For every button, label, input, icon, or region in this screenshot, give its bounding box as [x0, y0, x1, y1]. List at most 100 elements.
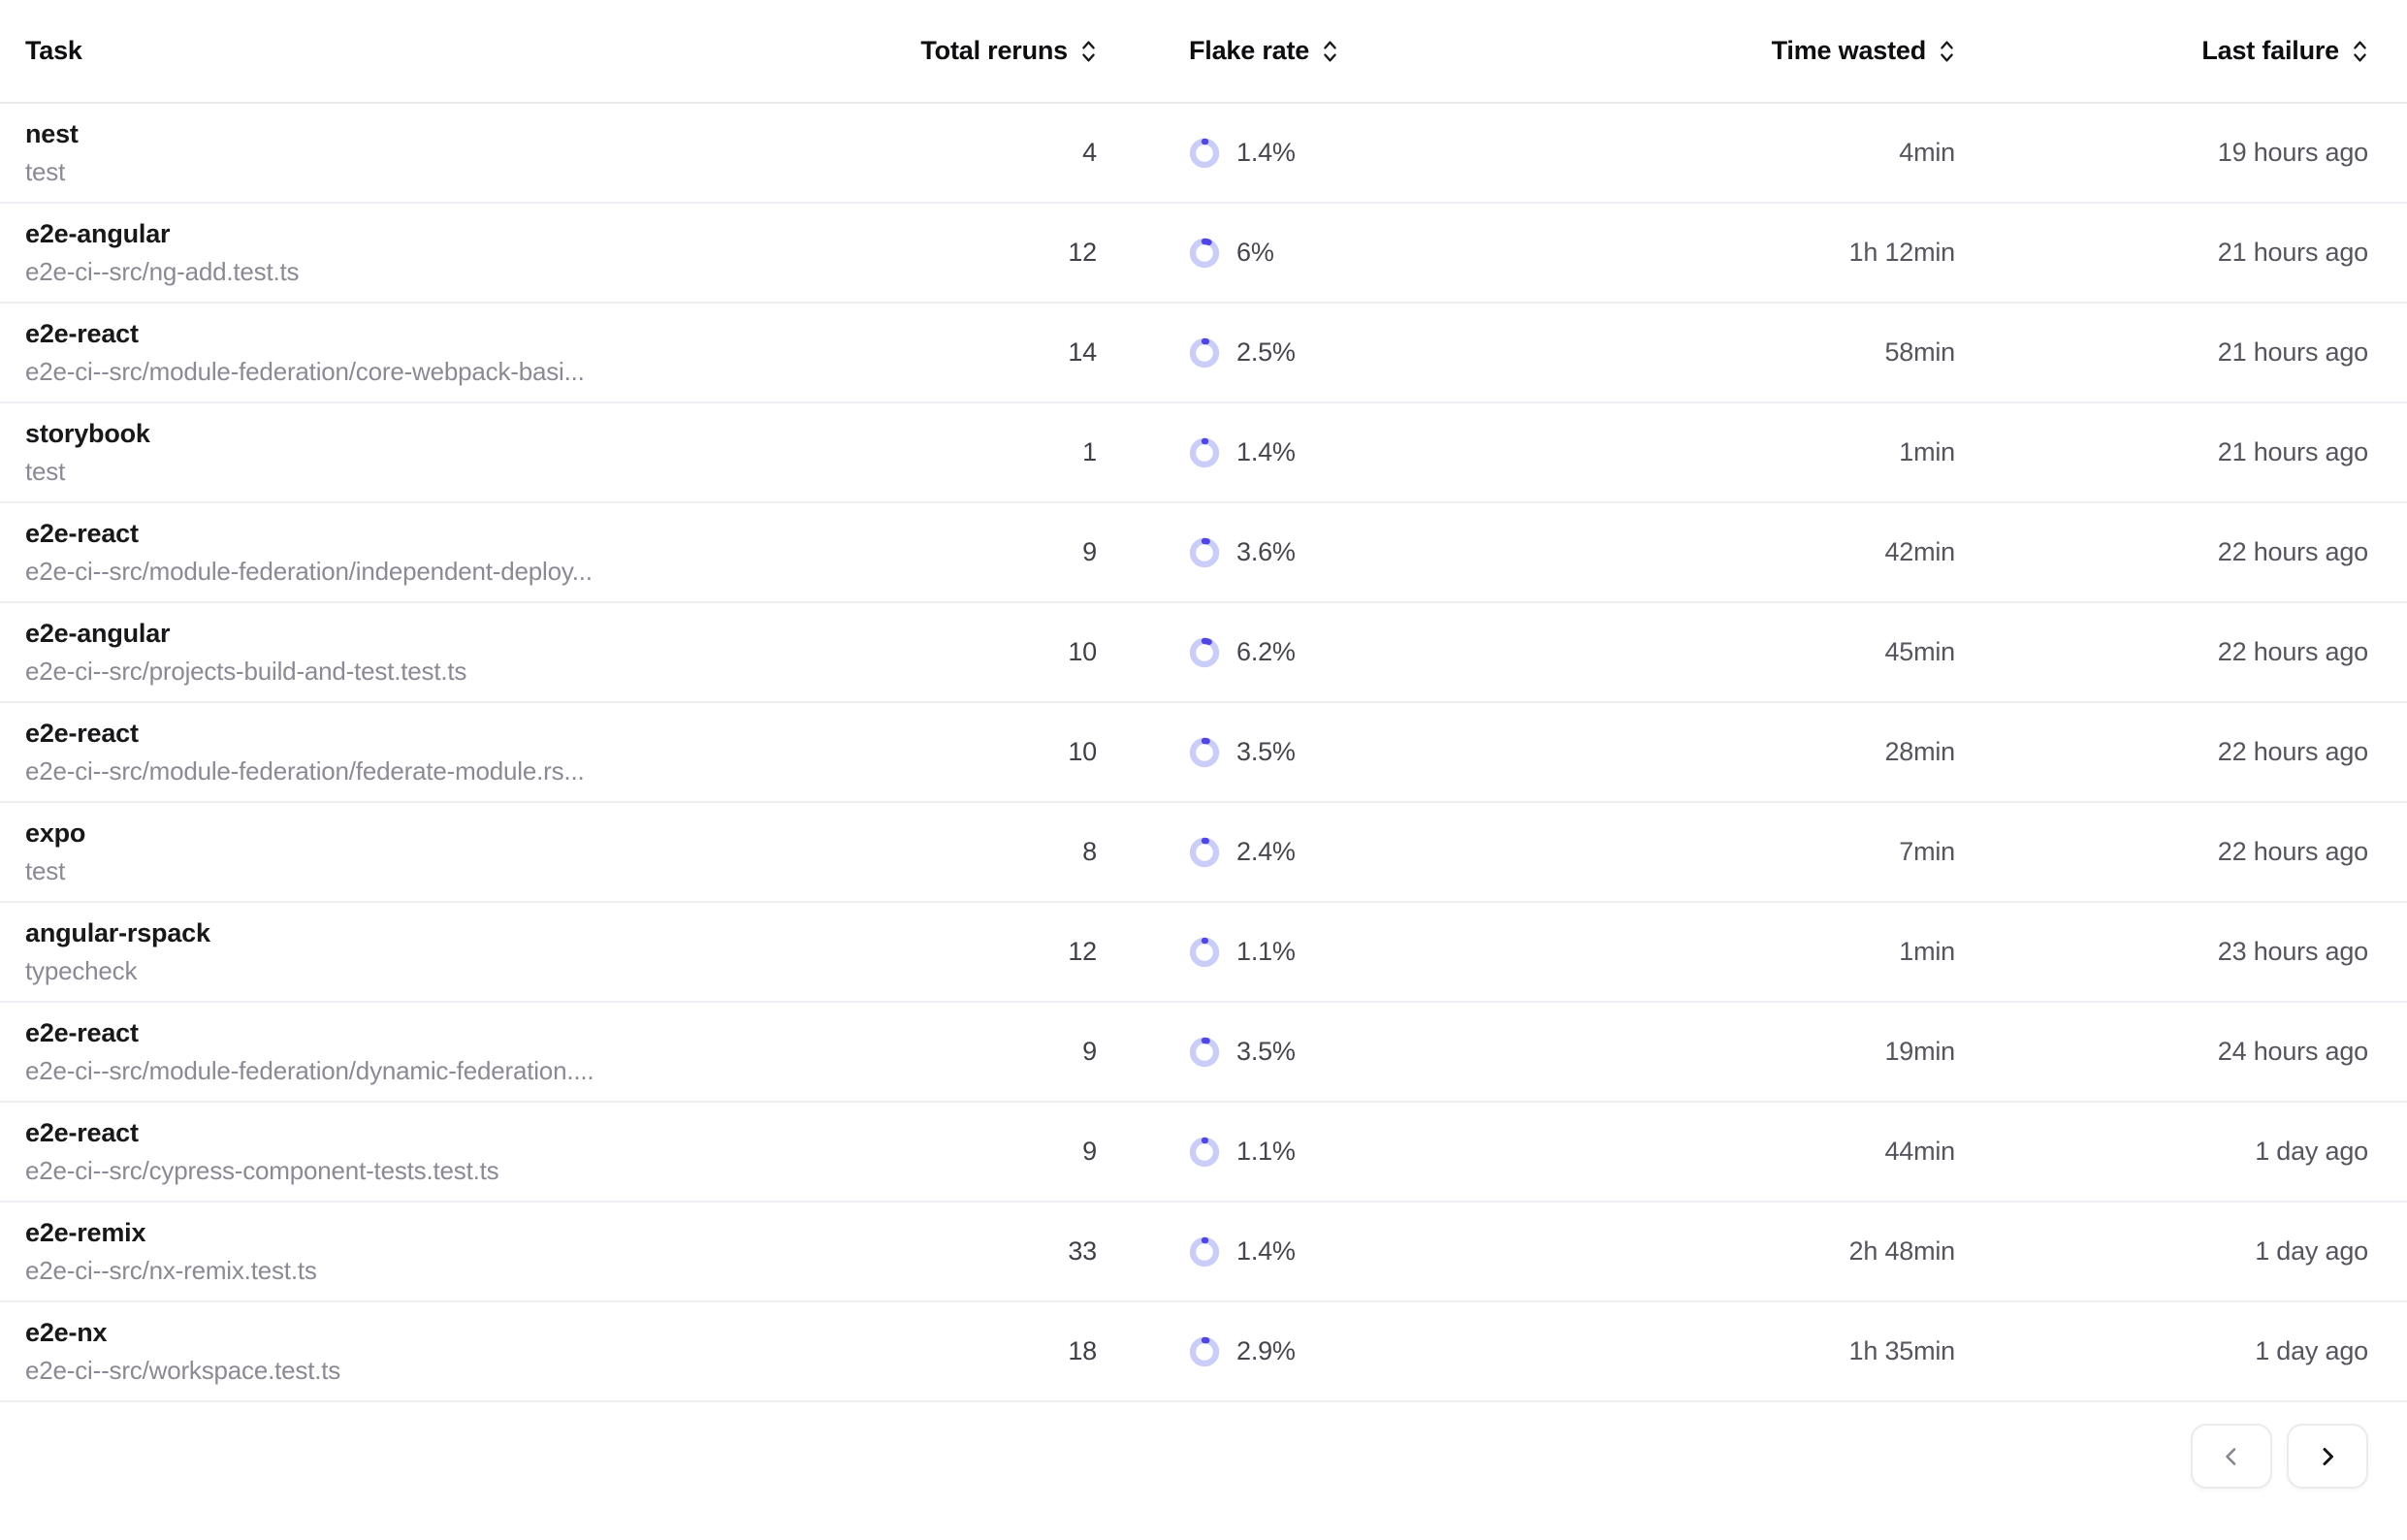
next-page-button[interactable] — [2287, 1424, 2368, 1489]
task-name: angular-rspack — [25, 918, 704, 948]
time-wasted-cell: 1min — [1582, 937, 1955, 967]
total-reruns-cell: 12 — [704, 937, 1097, 967]
time-wasted-cell: 7min — [1582, 837, 1955, 867]
last-failure-value: 22 hours ago — [2218, 737, 2368, 767]
time-wasted-cell: 1min — [1582, 437, 1955, 467]
flake-rate-cell: 1.1% — [1097, 1137, 1582, 1168]
task-target: test — [25, 158, 704, 187]
last-failure-cell: 22 hours ago — [1955, 637, 2368, 667]
column-header-last-failure[interactable]: Last failure — [1955, 36, 2368, 66]
table-row[interactable]: nest test 4 1.4% 4min 19 hours ago — [0, 104, 2407, 204]
last-failure-cell: 1 day ago — [1955, 1236, 2368, 1267]
table-header-row: Task Total reruns Flake rate Time wasted — [0, 0, 2407, 104]
time-wasted-value: 19min — [1884, 1037, 1955, 1067]
sort-chevrons-icon[interactable] — [1322, 39, 1338, 64]
task-cell: e2e-react e2e-ci--src/module-federation/… — [25, 1018, 704, 1086]
flake-rate-cell: 2.9% — [1097, 1336, 1582, 1367]
task-cell: e2e-react e2e-ci--src/module-federation/… — [25, 719, 704, 786]
last-failure-value: 21 hours ago — [2218, 437, 2368, 467]
time-wasted-cell: 1h 35min — [1582, 1336, 1955, 1366]
donut-progress-icon — [1189, 337, 1220, 369]
task-name: e2e-react — [25, 319, 704, 349]
donut-progress-icon — [1189, 1137, 1220, 1168]
table-row[interactable]: e2e-react e2e-ci--src/module-federation/… — [0, 503, 2407, 603]
time-wasted-value: 1h 35min — [1849, 1336, 1955, 1366]
total-reruns-cell: 14 — [704, 337, 1097, 368]
table-row[interactable]: e2e-react e2e-ci--src/module-federation/… — [0, 703, 2407, 803]
donut-progress-icon — [1189, 937, 1220, 968]
task-name: e2e-angular — [25, 219, 704, 249]
table-row[interactable]: e2e-react e2e-ci--src/module-federation/… — [0, 1003, 2407, 1103]
table-body: nest test 4 1.4% 4min 19 hours ago e2e-a… — [0, 104, 2407, 1402]
time-wasted-cell: 42min — [1582, 537, 1955, 567]
last-failure-value: 21 hours ago — [2218, 337, 2368, 368]
time-wasted-cell: 2h 48min — [1582, 1236, 1955, 1267]
column-header-time-wasted[interactable]: Time wasted — [1582, 36, 1955, 66]
flake-rate-value: 3.5% — [1236, 1037, 1296, 1067]
time-wasted-value: 4min — [1899, 138, 1955, 168]
last-failure-cell: 24 hours ago — [1955, 1037, 2368, 1067]
donut-progress-icon — [1189, 537, 1220, 568]
table-row[interactable]: e2e-angular e2e-ci--src/ng-add.test.ts 1… — [0, 204, 2407, 304]
task-target: e2e-ci--src/module-federation/independen… — [25, 558, 704, 587]
sort-chevrons-icon[interactable] — [1080, 39, 1097, 64]
total-reruns-value: 14 — [1068, 337, 1097, 368]
total-reruns-cell: 12 — [704, 238, 1097, 268]
table-row[interactable]: expo test 8 2.4% 7min 22 hours ago — [0, 803, 2407, 903]
last-failure-value: 22 hours ago — [2218, 837, 2368, 867]
total-reruns-value: 33 — [1068, 1236, 1097, 1267]
task-cell: e2e-react e2e-ci--src/cypress-component-… — [25, 1118, 704, 1186]
flake-rate-value: 2.9% — [1236, 1336, 1296, 1366]
flake-rate-value: 1.4% — [1236, 1236, 1296, 1267]
table-row[interactable]: e2e-nx e2e-ci--src/workspace.test.ts 18 … — [0, 1302, 2407, 1402]
table-row[interactable]: e2e-react e2e-ci--src/cypress-component-… — [0, 1103, 2407, 1203]
time-wasted-value: 1min — [1899, 437, 1955, 467]
task-cell: e2e-react e2e-ci--src/module-federation/… — [25, 319, 704, 387]
table-row[interactable]: angular-rspack typecheck 12 1.1% 1min 23… — [0, 903, 2407, 1003]
column-header-flake-rate-label: Flake rate — [1189, 36, 1309, 66]
total-reruns-value: 9 — [1082, 1137, 1097, 1167]
table-row[interactable]: storybook test 1 1.4% 1min 21 hours ago — [0, 403, 2407, 503]
total-reruns-cell: 4 — [704, 138, 1097, 168]
total-reruns-value: 12 — [1068, 937, 1097, 967]
last-failure-value: 22 hours ago — [2218, 637, 2368, 667]
chevron-left-icon — [2219, 1444, 2244, 1469]
column-header-last-failure-label: Last failure — [2201, 36, 2339, 66]
column-header-total-reruns[interactable]: Total reruns — [704, 36, 1097, 66]
column-header-task: Task — [25, 36, 704, 66]
donut-progress-icon — [1189, 138, 1220, 169]
task-name: e2e-react — [25, 719, 704, 749]
task-target: e2e-ci--src/ng-add.test.ts — [25, 258, 704, 287]
flake-rate-cell: 1.4% — [1097, 1236, 1582, 1267]
time-wasted-value: 58min — [1884, 337, 1955, 368]
task-cell: angular-rspack typecheck — [25, 918, 704, 986]
task-name: nest — [25, 119, 704, 149]
task-cell: storybook test — [25, 419, 704, 487]
total-reruns-value: 10 — [1068, 637, 1097, 667]
column-header-flake-rate[interactable]: Flake rate — [1097, 36, 1582, 66]
flake-rate-value: 6.2% — [1236, 637, 1296, 667]
chevron-right-icon — [2315, 1444, 2340, 1469]
last-failure-value: 22 hours ago — [2218, 537, 2368, 567]
total-reruns-cell: 1 — [704, 437, 1097, 467]
task-name: e2e-angular — [25, 619, 704, 649]
donut-progress-icon — [1189, 437, 1220, 468]
table-row[interactable]: e2e-react e2e-ci--src/module-federation/… — [0, 304, 2407, 403]
donut-progress-icon — [1189, 837, 1220, 868]
table-row[interactable]: e2e-remix e2e-ci--src/nx-remix.test.ts 3… — [0, 1203, 2407, 1302]
task-target: test — [25, 857, 704, 886]
sort-chevrons-icon[interactable] — [2352, 39, 2368, 64]
table-row[interactable]: e2e-angular e2e-ci--src/projects-build-a… — [0, 603, 2407, 703]
last-failure-value: 1 day ago — [2255, 1336, 2368, 1366]
previous-page-button[interactable] — [2191, 1424, 2272, 1489]
donut-progress-icon — [1189, 238, 1220, 269]
last-failure-cell: 23 hours ago — [1955, 937, 2368, 967]
task-cell: nest test — [25, 119, 704, 187]
last-failure-value: 21 hours ago — [2218, 238, 2368, 268]
total-reruns-cell: 18 — [704, 1336, 1097, 1366]
task-cell: e2e-react e2e-ci--src/module-federation/… — [25, 519, 704, 587]
total-reruns-cell: 10 — [704, 637, 1097, 667]
sort-chevrons-icon[interactable] — [1939, 39, 1955, 64]
task-cell: e2e-angular e2e-ci--src/ng-add.test.ts — [25, 219, 704, 287]
donut-progress-icon — [1189, 1037, 1220, 1068]
